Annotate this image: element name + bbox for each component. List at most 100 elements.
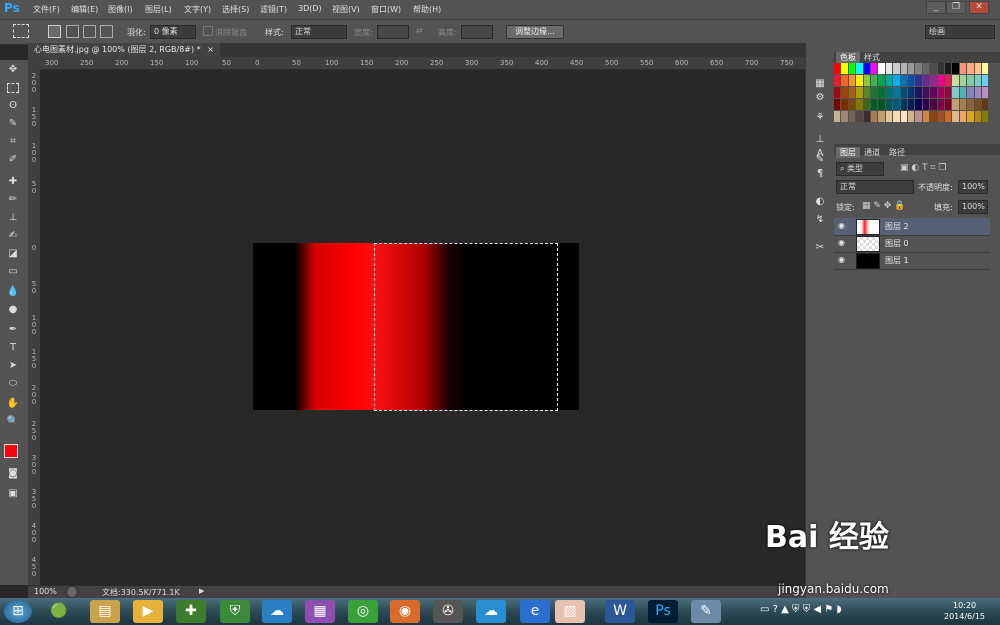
image-viewer-icon[interactable]: ▧ (555, 600, 585, 623)
swatch-cell[interactable] (856, 99, 863, 110)
swatch-cell[interactable] (893, 111, 900, 122)
swatch-cell[interactable] (974, 63, 981, 74)
workspace-select[interactable]: 绘画 (925, 25, 995, 39)
dodge-icon[interactable]: ● (4, 302, 22, 318)
feather-input[interactable]: 0 像素 (150, 25, 196, 39)
swatch-cell[interactable] (871, 99, 878, 110)
menu-file[interactable]: 文件(F) (33, 4, 60, 15)
swatch-cell[interactable] (885, 87, 893, 98)
swatch-cell[interactable] (848, 111, 856, 122)
swatch-cell[interactable] (908, 111, 915, 122)
swatch-cell[interactable] (871, 87, 878, 98)
quick-selection-icon[interactable]: ✎ (4, 116, 22, 132)
type-tool-icon[interactable]: T (4, 340, 22, 356)
menu-image[interactable]: 图像(I) (108, 4, 133, 15)
swatch-cell[interactable] (885, 111, 893, 122)
swatch-cell[interactable] (982, 111, 989, 122)
pen-icon[interactable]: ✒ (4, 322, 22, 338)
tab-channels[interactable]: 通道 (860, 147, 884, 158)
swatch-cell[interactable] (900, 99, 907, 110)
menu-type[interactable]: 文字(Y) (184, 4, 211, 15)
fill-input[interactable]: 100% (958, 200, 988, 214)
swatch-cell[interactable] (959, 111, 967, 122)
status-info-icon[interactable] (66, 586, 78, 598)
antialias-checkbox[interactable] (203, 26, 213, 36)
swatch-cell[interactable] (885, 75, 893, 86)
app-360-icon[interactable]: 🟢 (44, 600, 74, 623)
swatch-cell[interactable] (974, 87, 981, 98)
swatch-cell[interactable] (937, 75, 944, 86)
swatch-cell[interactable] (945, 99, 952, 110)
layer-filter-select[interactable]: ⌕ 类型 (836, 162, 884, 176)
swatch-cell[interactable] (878, 63, 885, 74)
swatch-cell[interactable] (863, 111, 870, 122)
swatch-cell[interactable] (922, 111, 930, 122)
tab-layers[interactable]: 图层 (836, 147, 860, 158)
swatch-cell[interactable] (945, 63, 952, 74)
swatch-cell[interactable] (878, 75, 885, 86)
swatch-cell[interactable] (893, 75, 900, 86)
swatch-cell[interactable] (982, 75, 989, 86)
swatch-cell[interactable] (908, 87, 915, 98)
tab-styles[interactable]: 样式 (860, 52, 884, 63)
media-player-icon[interactable]: ▶ (133, 600, 163, 623)
brush-icon[interactable]: ✏ (4, 192, 22, 208)
swatch-cell[interactable] (841, 63, 848, 74)
security-shield-icon[interactable]: ⛨ (220, 600, 250, 623)
swatch-cell[interactable] (834, 111, 841, 122)
swatch-cell[interactable] (974, 75, 981, 86)
file-explorer-icon[interactable]: ▤ (90, 600, 120, 623)
tools-extra-icon[interactable]: ✂ (812, 241, 828, 255)
swatch-cell[interactable] (959, 63, 967, 74)
menu-select[interactable]: 选择(S) (222, 4, 249, 15)
status-menu-arrow-icon[interactable]: ▶ (199, 587, 204, 595)
blur-icon[interactable]: 💧 (4, 284, 22, 300)
swatch-cell[interactable] (967, 87, 974, 98)
layer-row[interactable]: ◉ 图层 0 (834, 235, 990, 253)
swatch-cell[interactable] (871, 63, 878, 74)
foreground-color-swatch[interactable] (4, 444, 18, 458)
swatch-cell[interactable] (982, 87, 989, 98)
layer-name[interactable]: 图层 0 (885, 238, 909, 249)
swatch-cell[interactable] (945, 111, 952, 122)
quick-mask-icon[interactable]: ◙ (4, 466, 22, 482)
eraser-icon[interactable]: ◪ (4, 246, 22, 262)
refine-edge-button[interactable]: 调整边缘... (506, 25, 564, 39)
swatch-cell[interactable] (922, 75, 930, 86)
word-icon[interactable]: W (605, 600, 635, 623)
swatch-cell[interactable] (878, 87, 885, 98)
menu-help[interactable]: 帮助(H) (413, 4, 441, 15)
width-input[interactable] (377, 25, 409, 39)
clone-source-icon[interactable]: ⊥ (812, 133, 828, 147)
swatch-cell[interactable] (908, 63, 915, 74)
swatch-cell[interactable] (841, 99, 848, 110)
swatch-cell[interactable] (937, 111, 944, 122)
swatch-cell[interactable] (952, 75, 959, 86)
swatch-cell[interactable] (848, 63, 856, 74)
chrome-icon[interactable]: ◉ (390, 600, 420, 623)
swatch-cell[interactable] (945, 75, 952, 86)
cloud-app-icon[interactable]: ☁ (262, 600, 292, 623)
swatch-cell[interactable] (878, 111, 885, 122)
swatch-cell[interactable] (922, 87, 930, 98)
swatch-cell[interactable] (893, 63, 900, 74)
swatch-cell[interactable] (959, 99, 967, 110)
lock-icons[interactable]: ▦ ✎ ✥ 🔒 (862, 201, 905, 211)
swatch-cell[interactable] (863, 87, 870, 98)
swatch-cell[interactable] (937, 87, 944, 98)
selection-marquee[interactable] (374, 243, 558, 411)
opacity-input[interactable]: 100% (958, 180, 988, 194)
swatch-cell[interactable] (959, 87, 967, 98)
brush-preset-icon[interactable]: ⚘ (812, 111, 828, 125)
height-input[interactable] (461, 25, 493, 39)
character-panel-icon[interactable]: A (812, 147, 828, 161)
swatch-cell[interactable] (878, 99, 885, 110)
minimize-button[interactable]: _ (926, 1, 946, 14)
swatch-cell[interactable] (967, 75, 974, 86)
swatch-cell[interactable] (908, 75, 915, 86)
lasso-icon[interactable]: ʘ (4, 98, 22, 114)
swatch-cell[interactable] (900, 87, 907, 98)
properties-panel-icon[interactable]: ⚙ (812, 91, 828, 105)
close-tab-icon[interactable]: × (207, 45, 214, 54)
system-clock[interactable]: 10:20 2014/6/15 (944, 600, 985, 622)
